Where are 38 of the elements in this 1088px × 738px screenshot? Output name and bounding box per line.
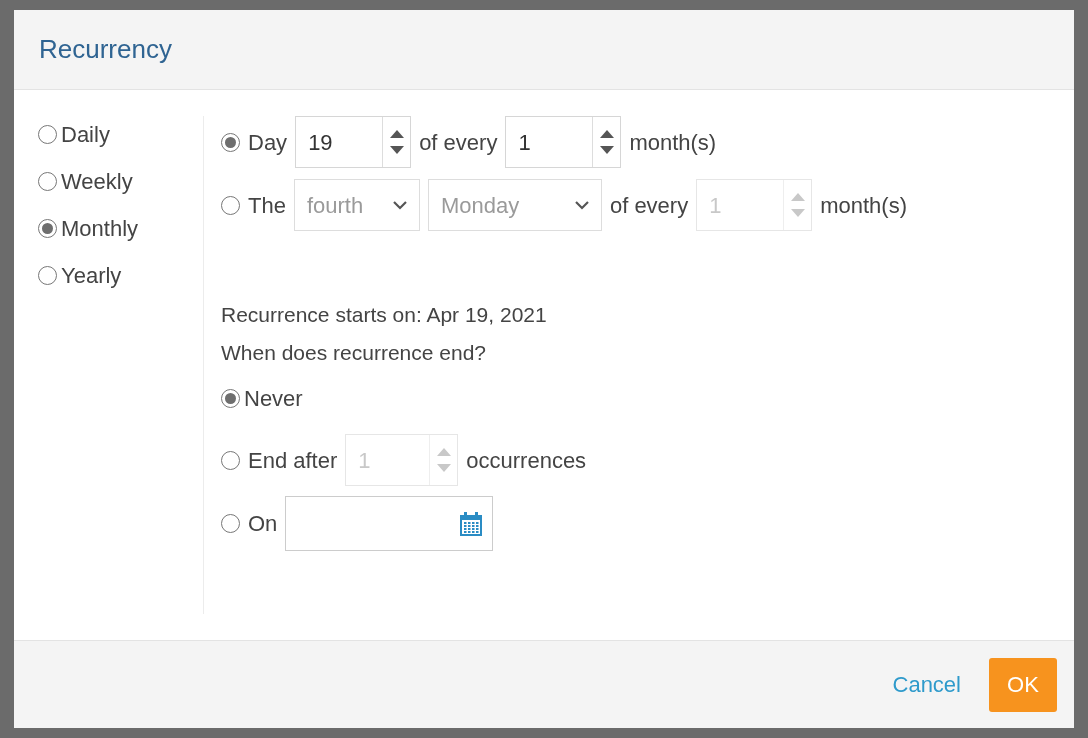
end-question: When does recurrence end?	[221, 339, 487, 366]
option-label: The	[248, 191, 286, 220]
radio-button[interactable]	[221, 132, 240, 152]
option-label: Monthly	[61, 215, 139, 243]
option-label: month(s)	[629, 128, 717, 157]
recurrence-start-text: Recurrence starts on: Apr 19, 2021	[221, 302, 548, 328]
option-label: occurrences	[466, 446, 587, 475]
radio-button[interactable]	[38, 266, 57, 285]
field-value: 19	[308, 128, 333, 157]
calendar-icon[interactable]	[458, 510, 485, 537]
option-label: On	[248, 510, 278, 538]
chevron-down-icon	[392, 200, 407, 210]
number-field[interactable]: 1	[505, 116, 622, 168]
option-label: of every	[609, 191, 689, 220]
radio-button[interactable]	[221, 514, 240, 533]
down-arrow-icon[interactable]	[389, 146, 404, 154]
up-arrow-icon[interactable]	[599, 130, 614, 138]
option-label: month(s)	[820, 191, 907, 220]
field-value: 1	[518, 128, 531, 157]
ok-button[interactable]: OK	[989, 657, 1057, 712]
option-label: Weekly	[61, 168, 133, 196]
dialog-title: Recurrency	[39, 33, 172, 66]
down-arrow-icon[interactable]	[599, 146, 614, 154]
radio-button[interactable]	[38, 125, 57, 144]
radio-button[interactable]	[38, 219, 57, 238]
option-label: Daily	[61, 121, 110, 149]
up-arrow-icon[interactable]	[389, 130, 404, 138]
radio-button[interactable]	[221, 388, 240, 408]
option-label: End after	[248, 446, 338, 475]
option-label: of every	[419, 128, 498, 157]
option-label: Yearly	[61, 262, 122, 290]
date-field[interactable]	[285, 496, 494, 551]
option-label: Never	[244, 384, 303, 413]
radio-button[interactable]	[38, 172, 57, 191]
chevron-down-icon	[574, 200, 589, 210]
cancel-link[interactable]: Cancel	[892, 668, 961, 701]
number-field[interactable]: 19	[295, 116, 412, 168]
option-label: Day	[248, 128, 288, 157]
